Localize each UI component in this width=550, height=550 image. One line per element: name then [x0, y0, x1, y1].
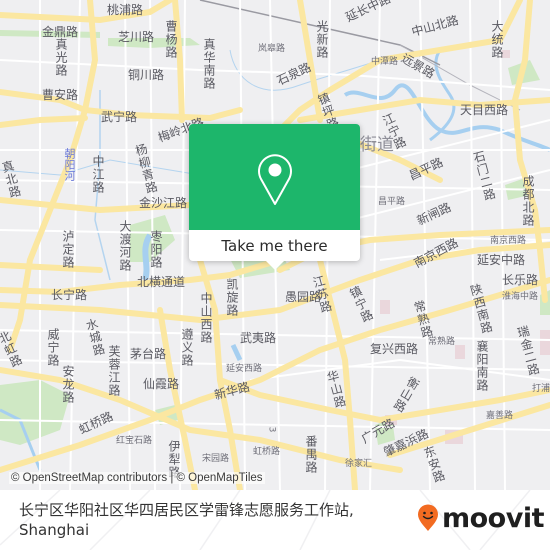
road-label-wuyi: 武夷路 [240, 331, 277, 345]
road-label-huaihaizhong: 淮海中路 [502, 292, 539, 302]
road-label-changle: 长乐路 [502, 273, 539, 287]
road-label-zhongjiang: 中江路 [91, 155, 105, 194]
road-label-taopu: 桃浦路 [107, 3, 144, 17]
road-label-changping-small: 昌平路 [378, 197, 406, 207]
district-label-jiedao: 街道 [360, 135, 394, 155]
road-label-datong: 大统路 [490, 20, 504, 59]
take-me-there-button[interactable]: Take me there [189, 230, 360, 261]
road-label-langao: 岚皋路 [258, 44, 286, 54]
road-label-zhenhuanan: 真华南路 [202, 38, 216, 90]
road-label-xianxia: 仙霞路 [143, 377, 180, 391]
road-label-zunyi: 遵义路 [180, 328, 194, 367]
popup-header [189, 124, 360, 230]
map-view[interactable]: 桃浦路 金鼎路 芝川路 曹杨路 真光路 铜川路 曹安路 武宁路 真华南路 岚皋路… [0, 0, 550, 490]
road-label-zhongtan: 中潭路 [371, 57, 399, 67]
road-label-maotai: 茅台路 [130, 347, 167, 361]
road-label-guangxin: 光新路 [315, 20, 329, 59]
moovit-pin-icon [418, 504, 438, 531]
road-label-zhongshanxi: 中山西路 [199, 292, 213, 344]
road-label-chengdubei: 成都北路 [521, 175, 535, 227]
road-label-hongbaoshi: 红宝石路 [116, 436, 153, 446]
river-label-chaoyang: 朝阳河 [63, 148, 76, 181]
road-label-jinding: 金鼎路 [42, 25, 79, 39]
road-label-beiheng: 北横通道 [137, 275, 186, 289]
map-attribution[interactable]: © OpenStreetMap contributors | © OpenMap… [9, 472, 265, 484]
road-label-changshu-small: 常熟路 [428, 337, 456, 347]
road-label-zhenguang: 真光路 [54, 38, 68, 77]
road-label-caoyang: 曹杨路 [164, 20, 178, 59]
road-label-yananzhong: 延安中路 [477, 253, 526, 267]
road-label-yananxi: 延安西路 [226, 364, 263, 374]
road-label-jinshajiang: 金沙江路 [139, 196, 188, 210]
road-label-nanjingxi-small: 南京西路 [490, 236, 527, 246]
place-name: 长宁区华阳社区华四居民区学雷锋志愿服务工作站, Shanghai [19, 501, 354, 539]
road-label-tianmuxi: 天目西路 [460, 103, 509, 117]
road-label-wuning: 武宁路 [101, 110, 138, 124]
road-label-dadu: 大渡河路 [118, 220, 132, 272]
road-label-weining: 威宁路 [46, 328, 60, 367]
road-label-kaixuan: 凯旋路 [225, 278, 239, 317]
road-label-furongjiang: 芙蓉江路 [107, 345, 121, 397]
road-label-changning: 长宁路 [51, 288, 88, 302]
footer-bar: 长宁区华阳社区华四居民区学雷锋志愿服务工作站, Shanghai moovit [0, 490, 550, 550]
road-label-zaoyang: 枣阳路 [149, 230, 163, 269]
road-label-songyuan: 宋园路 [202, 454, 230, 464]
road-label-xujiahui: 徐家汇 [345, 459, 373, 469]
road-label-caoan: 曹安路 [42, 88, 79, 102]
moovit-wordmark: moovit [442, 502, 545, 534]
map-pin-icon [258, 154, 292, 205]
road-label-dapu: 打浦 [532, 384, 550, 394]
road-label-jiashan: 嘉善路 [486, 411, 514, 421]
route-number-label: 3 [266, 426, 277, 433]
road-label-tongchuan: 铜川路 [128, 68, 165, 82]
road-label-xiangyangnan: 襄阳南路 [475, 340, 489, 392]
moovit-logo[interactable]: moovit [417, 502, 545, 534]
road-label-zhichuan: 芝川路 [118, 30, 155, 44]
location-popup: Take me there [189, 124, 360, 270]
road-label-luding: 泸定路 [61, 230, 75, 269]
road-label-anlong: 安龙路 [61, 365, 75, 404]
road-label-fuxingxi: 复兴西路 [370, 342, 419, 356]
road-label-hongqiao-small: 虹桥路 [253, 447, 281, 457]
popup-pointer [266, 261, 284, 270]
road-label-panyu: 番禺路 [304, 435, 318, 474]
